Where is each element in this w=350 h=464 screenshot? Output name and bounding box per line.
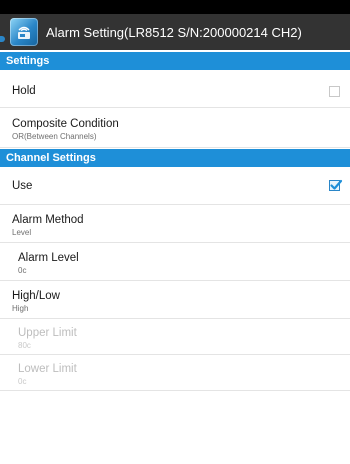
hold-title: Hold: [12, 85, 36, 97]
composite-condition-title: Composite Condition: [12, 118, 119, 130]
pref-high-low[interactable]: High/Low High: [0, 281, 350, 319]
pref-upper-limit: Upper Limit 80c: [0, 319, 350, 355]
section-header-settings: Settings: [0, 52, 350, 70]
use-checkbox[interactable]: [329, 179, 343, 191]
hold-checkbox[interactable]: [329, 86, 340, 97]
status-bar: [0, 0, 350, 14]
lower-limit-summary: 0c: [18, 377, 27, 386]
pref-alarm-method[interactable]: Alarm Method Level: [0, 205, 350, 243]
high-low-summary: High: [12, 304, 29, 313]
alarm-level-title: Alarm Level: [18, 252, 79, 264]
pref-lower-limit: Lower Limit 0c: [0, 355, 350, 391]
wireless-logger-icon[interactable]: [10, 18, 38, 46]
window-title: Alarm Setting(LR8512 S/N:200000214 CH2): [46, 24, 302, 40]
upper-limit-summary: 80c: [18, 341, 31, 350]
pref-use[interactable]: Use: [0, 167, 350, 205]
use-title: Use: [12, 180, 33, 192]
checkmark-icon: [330, 179, 343, 190]
pref-hold[interactable]: Hold: [0, 70, 350, 108]
composite-condition-summary: OR(Between Channels): [12, 132, 97, 141]
alarm-method-title: Alarm Method: [12, 214, 84, 226]
pref-composite-condition[interactable]: Composite Condition OR(Between Channels): [0, 108, 350, 148]
pref-alarm-level[interactable]: Alarm Level 0c: [0, 243, 350, 281]
high-low-title: High/Low: [12, 290, 60, 302]
action-bar: Alarm Setting(LR8512 S/N:200000214 CH2): [0, 14, 350, 50]
section-header-channel-settings: Channel Settings: [0, 149, 350, 167]
alarm-level-summary: 0c: [18, 266, 27, 275]
alarm-method-summary: Level: [12, 228, 32, 237]
lower-limit-title: Lower Limit: [18, 363, 77, 375]
upper-limit-title: Upper Limit: [18, 327, 77, 339]
